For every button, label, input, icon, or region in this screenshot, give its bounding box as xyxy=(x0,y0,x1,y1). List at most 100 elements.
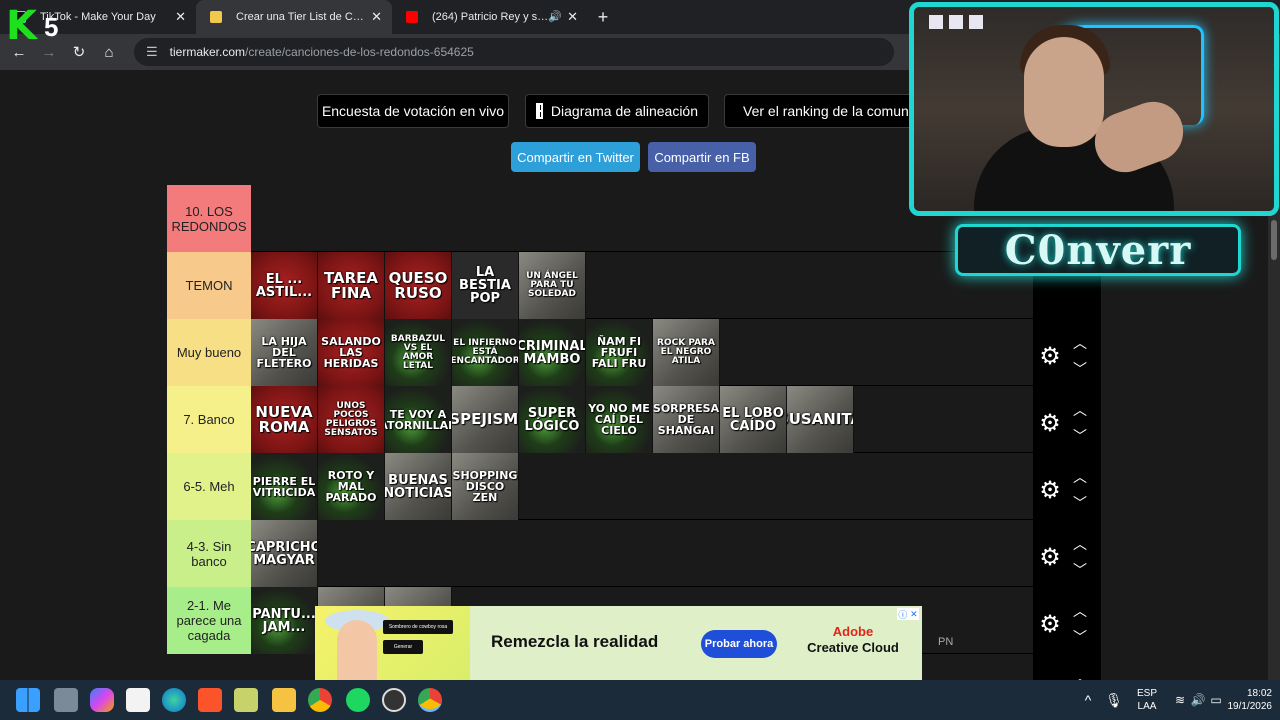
spotify-icon[interactable] xyxy=(346,688,370,712)
ad-cta-button[interactable]: Probar ahora xyxy=(701,630,777,658)
tier-label[interactable]: Muy bueno xyxy=(167,319,251,386)
song-tile[interactable]: ROCK PARA EL NEGRO ATILA xyxy=(653,319,720,386)
live-vote-button[interactable]: Encuesta de votación en vivo xyxy=(317,94,509,128)
gear-icon[interactable]: ⚙ xyxy=(1037,477,1063,503)
song-tile[interactable]: EL LOBO CAÍDO xyxy=(720,386,787,453)
tab-tiermaker[interactable]: Crear una Tier List de Canciones de Los … xyxy=(196,0,392,34)
tier-row: TEMON EL ... ASTIL... TAREA FINA QUESO RUSO… xyxy=(167,252,1033,319)
language-indicator[interactable]: ESP LAA xyxy=(1137,680,1157,720)
song-tile[interactable]: BARBAZUL VS EL AMOR LETAL xyxy=(385,319,452,386)
home-icon[interactable]: ⌂ xyxy=(94,37,124,67)
streamer-face xyxy=(1024,37,1104,147)
ad-info-icon[interactable]: ⓘ ✕ xyxy=(897,608,919,620)
alignment-chart-button[interactable]: Diagrama de alineación xyxy=(525,94,709,128)
battery-icon[interactable]: ▭ xyxy=(1204,688,1228,712)
song-tile[interactable]: SORPRESA DE SHANGAI xyxy=(653,386,720,453)
windows-start-icon[interactable] xyxy=(16,688,40,712)
copilot-icon[interactable] xyxy=(90,688,114,712)
tab-title: (264) Patricio Rey y sus Redonditos de R… xyxy=(432,11,552,23)
obs-icon[interactable] xyxy=(382,688,406,712)
chevron-down-icon[interactable]: ﹀ xyxy=(1073,426,1087,446)
brave-icon[interactable] xyxy=(198,688,222,712)
ad-prompt-bubble: Sombrero de cowboy rosa xyxy=(383,620,453,634)
tier-label[interactable]: TEMON xyxy=(167,252,251,319)
clock-date: 19/1/2026 xyxy=(1227,701,1273,712)
app-icon[interactable] xyxy=(234,688,258,712)
ad-banner[interactable]: Sombrero de cowboy rosa Generar Remezcla… xyxy=(315,606,922,680)
tier-label[interactable]: 10. LOS REDONDOS xyxy=(167,185,251,252)
gear-icon[interactable]: ⚙ xyxy=(1037,343,1063,369)
song-tile[interactable]: LA BESTIA POP xyxy=(452,252,519,319)
store-icon[interactable] xyxy=(126,688,150,712)
chevron-up-icon[interactable]: ︿ xyxy=(1073,333,1087,353)
song-tile[interactable]: NUEVA ROMA xyxy=(251,386,318,453)
song-tile[interactable]: ESPEJISMO xyxy=(452,386,519,453)
close-icon[interactable]: ✕ xyxy=(567,9,578,25)
chrome-active-icon[interactable] xyxy=(418,688,442,712)
chevron-up-icon[interactable]: ︿ xyxy=(1073,534,1087,554)
tier-label[interactable]: 2-1. Me parece una cagada xyxy=(167,587,251,654)
song-tile[interactable]: EL ... ASTIL... xyxy=(251,252,318,319)
song-tile[interactable]: EL INFIERNO ESTÁ ENCANTADOR xyxy=(452,319,519,386)
song-tile[interactable]: SALANDO LAS HERIDAS xyxy=(318,319,385,386)
tier-label[interactable]: 6-5. Meh xyxy=(167,453,251,520)
close-icon[interactable]: ✕ xyxy=(175,9,186,25)
share-facebook-button[interactable]: Compartir en FB xyxy=(648,142,756,172)
song-tile[interactable]: ROTO Y MAL PARADO xyxy=(318,453,385,520)
tray-chevron-icon[interactable]: ^ xyxy=(1076,688,1100,712)
chevron-up-icon[interactable]: ︿ xyxy=(1073,400,1087,420)
song-tile[interactable]: PIERRE EL VITRICIDA xyxy=(251,453,318,520)
chevron-up-icon[interactable]: ︿ xyxy=(1073,467,1087,487)
file-explorer-icon[interactable] xyxy=(272,688,296,712)
microphone-icon[interactable]: 🎙 xyxy=(1102,688,1126,712)
chevron-down-icon[interactable]: ﹀ xyxy=(1073,359,1087,379)
song-tile[interactable]: YO NO ME CAÍ DEL CIELO xyxy=(586,386,653,453)
task-view-icon[interactable] xyxy=(54,688,78,712)
song-tile[interactable]: CRIMINAL MAMBO xyxy=(519,319,586,386)
song-tile[interactable]: BUENAS NOTICIAS xyxy=(385,453,452,520)
close-icon[interactable]: ✕ xyxy=(371,9,382,25)
song-tile[interactable]: UNOS POCOS PELIGROS SENSATOS xyxy=(318,386,385,453)
scrollbar-thumb[interactable] xyxy=(1271,220,1277,260)
tier-label[interactable]: 7. Banco xyxy=(167,386,251,453)
song-tile[interactable]: ÑAM FI FRUFI FALI FRU xyxy=(586,319,653,386)
tab-youtube[interactable]: (264) Patricio Rey y sus Redonditos de R… xyxy=(392,0,588,34)
url-field[interactable]: ☰ tiermaker.com/create/canciones-de-los-… xyxy=(134,38,894,66)
site-settings-icon[interactable]: ☰ xyxy=(146,44,158,60)
new-tab-button[interactable]: + xyxy=(588,0,618,34)
tier-row: 4-3. Sin bancoCAPRICHO MAGYAR xyxy=(167,520,1033,587)
tier-label[interactable]: 4-3. Sin banco xyxy=(167,520,251,587)
system-clock[interactable]: 18:02 19/1/2026 xyxy=(1227,680,1273,720)
song-tile[interactable]: SUSANITA xyxy=(787,386,854,453)
chevron-up-icon[interactable]: ︿ xyxy=(1073,601,1087,621)
chrome-icon[interactable] xyxy=(308,688,332,712)
song-tile[interactable]: LA HIJA DEL FLETERO xyxy=(251,319,318,386)
gear-icon[interactable]: ⚙ xyxy=(1037,544,1063,570)
share-twitter-button[interactable]: Compartir en Twitter xyxy=(511,142,640,172)
streamer-name: C0nverr xyxy=(1004,226,1192,274)
tier-controls-column: ⚙︿﹀⚙︿﹀⚙︿﹀⚙︿﹀⚙︿﹀⚙︿﹀ xyxy=(1033,255,1101,720)
logo-number: 5 xyxy=(44,12,59,42)
song-tile[interactable]: QUESO RUSO xyxy=(385,252,452,319)
gear-icon[interactable]: ⚙ xyxy=(1037,611,1063,637)
tier-items: CAPRICHO MAGYAR xyxy=(251,520,318,587)
chevron-down-icon[interactable]: ﹀ xyxy=(1073,627,1087,647)
chevron-down-icon[interactable]: ﹀ xyxy=(1073,560,1087,580)
edge-icon[interactable] xyxy=(162,688,186,712)
background-lights xyxy=(929,15,989,31)
gear-icon[interactable]: ⚙ xyxy=(1037,410,1063,436)
song-tile[interactable]: SHOPPING DISCO ZEN xyxy=(452,453,519,520)
speaker-icon[interactable]: 🔊 xyxy=(548,10,562,23)
song-tile[interactable]: PANTU... JAM... xyxy=(251,587,318,654)
song-tile[interactable]: TAREA FINA xyxy=(318,252,385,319)
tier-items: EL ... ASTIL... TAREA FINA QUESO RUSO LA BE… xyxy=(251,252,586,319)
song-tile[interactable]: SUPER LÓGICO xyxy=(519,386,586,453)
reload-icon[interactable]: ↻ xyxy=(64,37,94,67)
tier-row: 10. LOS REDONDOS xyxy=(167,185,1033,252)
chevron-down-icon[interactable]: ﹀ xyxy=(1073,493,1087,513)
community-ranking-button[interactable]: Ver el ranking de la comunidad xyxy=(724,94,914,128)
tier-items: NUEVA ROMA UNOS POCOS PELIGROS SENSATOS TE… xyxy=(251,386,854,453)
song-tile[interactable]: TE VOY A ATORNILLAR xyxy=(385,386,452,453)
song-tile[interactable]: UN ÁNGEL PARA TU SOLEDAD xyxy=(519,252,586,319)
song-tile[interactable]: CAPRICHO MAGYAR xyxy=(251,520,318,587)
